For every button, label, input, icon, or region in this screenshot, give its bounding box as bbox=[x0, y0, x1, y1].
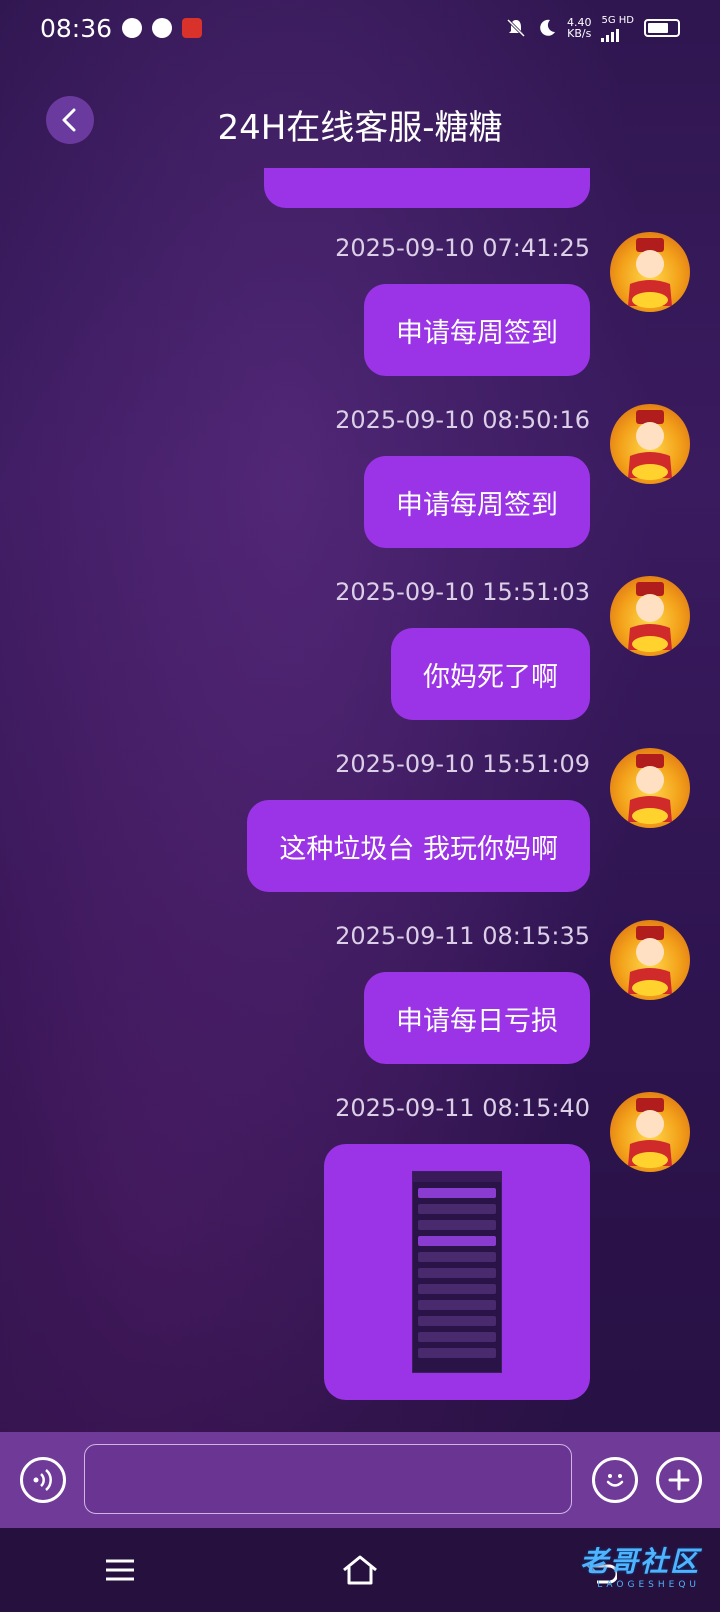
message-text: 申请每日亏损 bbox=[396, 1005, 558, 1037]
message-timestamp: 2025-09-10 07:41:25 bbox=[335, 234, 590, 262]
page-title: 24H在线客服-糖糖 bbox=[217, 108, 503, 148]
message-input-bar bbox=[0, 1432, 720, 1528]
app-notification-icon bbox=[152, 18, 173, 38]
watermark-text: 老哥社区 bbox=[579, 1545, 700, 1578]
screenshot-thumbnail[interactable] bbox=[412, 1171, 502, 1373]
network-speed: 4.40 KB/s bbox=[567, 17, 592, 39]
speed-unit: KB/s bbox=[567, 27, 592, 40]
status-left: 08:36 bbox=[40, 13, 203, 43]
message-text: 这种垃圾台 我玩你妈啊 bbox=[279, 833, 558, 865]
user-avatar[interactable] bbox=[610, 1092, 690, 1172]
menu-icon bbox=[106, 1559, 134, 1581]
message-bubble-partial bbox=[264, 168, 590, 208]
image-message-bubble[interactable] bbox=[324, 1144, 590, 1400]
home-icon bbox=[343, 1555, 377, 1585]
status-right: 4.40 KB/s 5G HD bbox=[505, 15, 680, 42]
message-notification-icon bbox=[122, 18, 143, 38]
message-bubble[interactable]: 申请每日亏损 bbox=[364, 972, 590, 1064]
watermark-subtext: LAOGESHEQU bbox=[597, 1580, 700, 1590]
voice-icon bbox=[33, 1469, 52, 1491]
smiley-icon bbox=[606, 1474, 624, 1487]
message-text: 你妈死了啊 bbox=[423, 661, 558, 693]
message-bubble[interactable]: 这种垃圾台 我玩你妈啊 bbox=[247, 800, 590, 892]
user-avatar[interactable] bbox=[610, 748, 690, 828]
caishen-avatar-icon bbox=[628, 926, 672, 996]
message-text: 申请每周签到 bbox=[396, 317, 558, 349]
message-bubble[interactable]: 申请每周签到 bbox=[364, 456, 590, 548]
message-list[interactable]: 2025-09-10 07:41:25 申请每周签到 2025-09-10 08… bbox=[0, 168, 720, 1432]
message-input[interactable] bbox=[84, 1444, 572, 1514]
message-text: 申请每周签到 bbox=[396, 489, 558, 521]
voice-button[interactable] bbox=[20, 1457, 66, 1503]
emoji-button[interactable] bbox=[592, 1457, 638, 1503]
signal-icon bbox=[601, 26, 620, 42]
message-bubble[interactable]: 你妈死了啊 bbox=[391, 628, 590, 720]
user-avatar[interactable] bbox=[610, 232, 690, 312]
message-timestamp: 2025-09-10 15:51:03 bbox=[335, 578, 590, 606]
plus-icon bbox=[668, 1469, 690, 1491]
home-button[interactable] bbox=[340, 1550, 380, 1590]
user-avatar[interactable] bbox=[610, 576, 690, 656]
user-avatar[interactable] bbox=[610, 920, 690, 1000]
message-timestamp: 2025-09-11 08:15:40 bbox=[335, 1094, 590, 1122]
watermark-logo: 老哥社区 LAOGESHEQU bbox=[490, 1530, 700, 1600]
caishen-avatar-icon bbox=[628, 238, 672, 308]
caishen-avatar-icon bbox=[628, 582, 672, 652]
message-timestamp: 2025-09-11 08:15:35 bbox=[335, 922, 590, 950]
cellular: 5G HD bbox=[601, 15, 634, 42]
network-type: 5G HD bbox=[601, 14, 634, 26]
add-attachment-button[interactable] bbox=[656, 1457, 702, 1503]
battery-icon bbox=[644, 19, 680, 37]
user-avatar[interactable] bbox=[610, 404, 690, 484]
message-bubble[interactable]: 申请每周签到 bbox=[364, 284, 590, 376]
app-notification-icon-red bbox=[182, 18, 203, 38]
message-timestamp: 2025-09-10 08:50:16 bbox=[335, 406, 590, 434]
mute-icon bbox=[506, 18, 526, 38]
status-bar: 08:36 4.40 KB/s 5G HD bbox=[0, 0, 720, 56]
menu-button[interactable] bbox=[100, 1550, 140, 1590]
chat-header: 24H在线客服-糖糖 bbox=[0, 88, 720, 152]
caishen-avatar-icon bbox=[628, 1098, 672, 1168]
caishen-avatar-icon bbox=[628, 754, 672, 824]
clock: 08:36 bbox=[40, 13, 113, 43]
caishen-avatar-icon bbox=[628, 410, 672, 480]
moon-icon bbox=[540, 19, 555, 36]
message-timestamp: 2025-09-10 15:51:09 bbox=[335, 750, 590, 778]
